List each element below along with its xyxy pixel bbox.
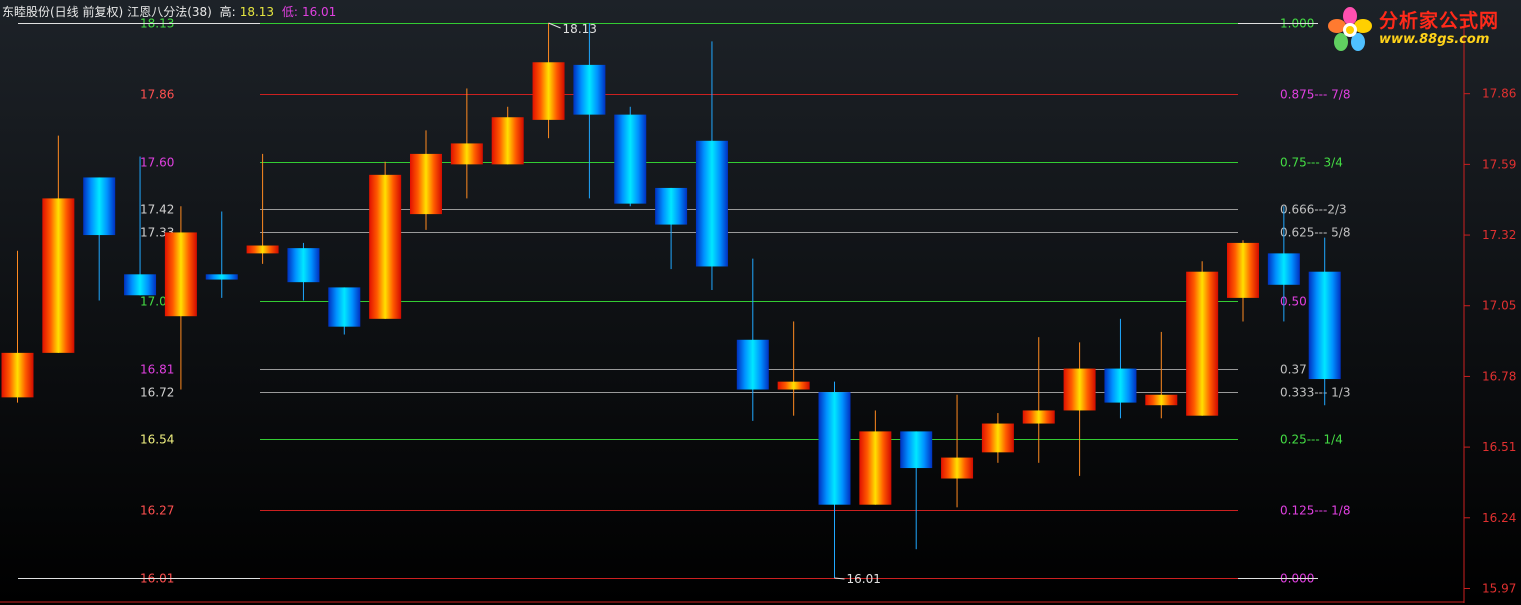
gann-level-ratio-label: 0.625--- 5/8 (1280, 226, 1350, 240)
candle-body-up (1022, 410, 1055, 424)
candle-body-down (695, 140, 728, 267)
chart-header: 东睦股份(日线 前复权) 江恩八分法(38) 高: 18.13 低: 16.01 (2, 3, 340, 20)
candle-body-down (83, 177, 116, 236)
flower-icon (1328, 7, 1372, 51)
gann-level-price-label: 17.0 (140, 295, 167, 309)
gann-level-ratio-label: 0.25--- 1/4 (1280, 433, 1343, 447)
gann-level-ratio-label: 0.125--- 1/8 (1280, 504, 1350, 518)
right-axis-label: 17.86 (1482, 87, 1516, 101)
right-axis-label: 15.97 (1482, 581, 1516, 595)
low-pointer-label: 16.01 (847, 572, 881, 586)
candle-body-up (1063, 368, 1096, 411)
gann-level-price-label: 17.86 (140, 88, 174, 102)
high-label: 高: (219, 5, 236, 19)
candle-body-up (1227, 242, 1259, 298)
candle-body-up (410, 153, 442, 215)
candle-body-up (941, 457, 974, 479)
right-axis-label: 16.24 (1482, 511, 1516, 525)
high-pointer-label: 18.13 (563, 22, 597, 36)
gann-level-price-label: 16.27 (140, 504, 174, 518)
candle-body-up (450, 143, 483, 165)
candle-body-down (1308, 271, 1341, 380)
stock-name: 东睦股份(日线 前复权) (2, 5, 124, 19)
candle-body-down (205, 274, 238, 280)
candle-body-down (818, 392, 851, 505)
gann-level-ratio-label: 0.333--- 1/3 (1280, 386, 1350, 400)
gann-level-price-label: 16.72 (140, 386, 174, 400)
candle-body-up (1, 352, 34, 398)
candle-body-down (614, 114, 647, 204)
candle-body-up (1186, 271, 1219, 416)
candle-body-down (287, 248, 320, 283)
low-value: 16.01 (301, 5, 337, 19)
gann-level-ratio-label: 0.75--- 3/4 (1280, 156, 1343, 170)
candle-body-up (246, 245, 279, 254)
right-axis-label: 17.59 (1482, 157, 1516, 171)
candle-body-down (328, 287, 361, 327)
candle-body-up (1145, 394, 1178, 406)
candle-body-down (655, 187, 688, 225)
gann-level-price-label: 17.60 (140, 156, 174, 170)
candle-body-up (777, 381, 810, 390)
gann-level-ratio-label: 0.666---2/3 (1280, 203, 1347, 217)
candlestick-chart: 18.13 1.00017.86 0.875--- 7/817.60 0.75--- … (0, 0, 1521, 605)
candle-body-up (981, 423, 1014, 453)
candle-body-up (369, 174, 402, 319)
gann-level-price-label: 16.54 (140, 433, 174, 447)
low-label: 低: (281, 5, 298, 19)
candle-body-up (42, 198, 75, 353)
right-axis-label: 16.78 (1482, 369, 1516, 383)
candle-body-down (736, 339, 769, 390)
gann-level-price-label: 17.42 (140, 203, 174, 217)
right-axis-label: 16.51 (1482, 440, 1516, 454)
candle-body-up (491, 117, 524, 165)
candle-body-down (900, 431, 933, 469)
site-logo: 分析家公式网 www.88gs.com (1321, 2, 1513, 56)
gann-level-price-label: 16.81 (140, 363, 174, 377)
candle-body-down (573, 64, 606, 115)
right-axis-label: 17.32 (1482, 228, 1516, 242)
high-value: 18.13 (239, 5, 275, 19)
candle-body-down (1104, 368, 1137, 403)
right-axis-label: 17.05 (1482, 299, 1516, 313)
logo-url: www.88gs.com (1379, 32, 1490, 47)
candle-body-up (164, 232, 197, 317)
logo-title: 分析家公式网 (1379, 10, 1500, 32)
gann-level-ratio-label: 0.875--- 7/8 (1280, 88, 1350, 102)
indicator-name: 江恩八分法(38) (127, 5, 212, 19)
candle-body-up (859, 431, 892, 505)
candle-body-down (1267, 253, 1300, 285)
candle-body-up (532, 62, 565, 120)
candle-body-down (124, 274, 157, 296)
